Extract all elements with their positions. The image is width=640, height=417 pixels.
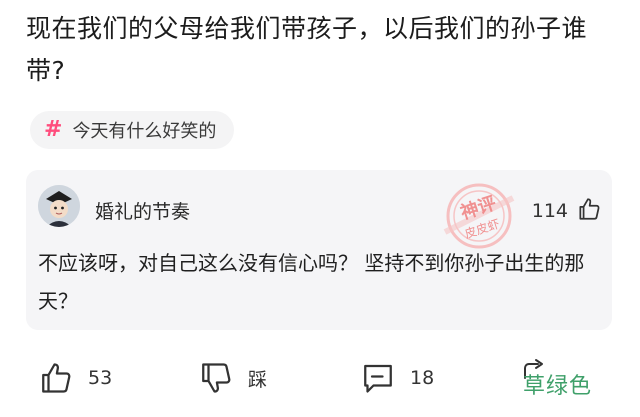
- comment-text: 不应该呀，对自己这么没有信心吗？ 坚持不到你孙子出生的那天？: [38, 251, 585, 313]
- top-comment-card: 婚礼的节奏 神评 皮皮虾 114 不应该呀，对自己这么没有信心吗？ 坚持不到你孙…: [26, 170, 612, 330]
- watermark-text: 草绿色: [522, 374, 592, 399]
- hashtag-icon: #: [44, 117, 63, 142]
- post-title: 现在我们的父母给我们带孩子，以后我们的孙子谁带?: [26, 14, 588, 85]
- like-count: 53: [88, 367, 113, 389]
- thumbs-up-icon: [42, 363, 71, 393]
- avatar[interactable]: [38, 185, 80, 227]
- comment-bubble-icon: [364, 364, 392, 393]
- dislike-button[interactable]: 踩: [198, 360, 267, 396]
- topic-tag[interactable]: # 今天有什么好笑的: [30, 111, 235, 149]
- like-button[interactable]: 53: [38, 360, 112, 396]
- comment-like-count: 114: [531, 200, 568, 222]
- thumbs-down-icon: [202, 363, 231, 393]
- comment-like-icon[interactable]: [576, 196, 602, 222]
- comment-button[interactable]: 18: [360, 360, 434, 396]
- comment-count: 18: [410, 367, 435, 389]
- comment-username[interactable]: 婚礼的节奏: [95, 197, 190, 224]
- topic-label: 今天有什么好笑的: [72, 121, 217, 142]
- dislike-label: 踩: [248, 368, 268, 391]
